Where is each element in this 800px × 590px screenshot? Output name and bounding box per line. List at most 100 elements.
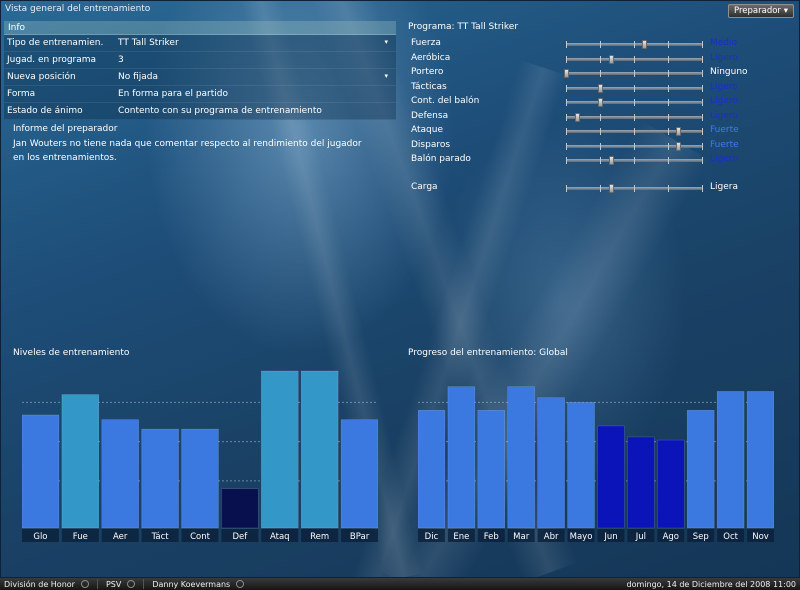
slider-tick (566, 185, 567, 192)
bar-Glo (22, 414, 60, 529)
slider-7-track[interactable] (566, 141, 703, 151)
slider-tick (634, 55, 635, 63)
slider-0-track[interactable] (566, 40, 703, 49)
slider-6: Ataque Fuerte (411, 125, 791, 137)
status-division[interactable]: División de Honor (0, 580, 93, 589)
info-panel: Info Tipo de entrenamien. TT Tall Striker… (4, 21, 396, 120)
slider-tick (600, 113, 601, 121)
chart-title-levels: Niveles de entrenamiento (13, 348, 130, 358)
info-row: Estado de ánimo Contento con su programa … (4, 103, 396, 120)
chevron-down-icon[interactable]: ▾ (384, 72, 388, 80)
info-row: Jugad. en programa 3 (4, 52, 396, 69)
tick-label: Ago (663, 532, 679, 542)
slider-3-label: Tácticas (411, 81, 447, 92)
slider-0-label: Fuerza (411, 38, 441, 48)
status-datetime: domingo, 14 de Diciembre del 2008 11:00 (626, 579, 796, 589)
slider-8-track[interactable] (566, 156, 703, 165)
report-text: Jan Wouters no tiene nada que comentar r… (13, 139, 362, 163)
status-club-label: PSV (105, 579, 122, 589)
status-division-label: División de Honor (4, 579, 75, 589)
slider-tick (702, 70, 703, 77)
chevron-down-icon[interactable]: ▾ (384, 38, 388, 46)
slider-load-track[interactable] (566, 184, 703, 193)
tick-label: Táct (151, 532, 170, 542)
slider-1: Aeróbica Ligero (411, 53, 791, 65)
slider-tick (668, 185, 669, 192)
info-row[interactable]: Tipo de entrenamien. TT Tall Striker ▾ (4, 35, 396, 52)
slider-0-handle[interactable] (641, 40, 647, 49)
slider-4-handle[interactable] (598, 98, 603, 107)
info-row[interactable]: Nueva posición No fijada ▾ (4, 69, 396, 86)
slider-tick (566, 84, 567, 92)
slider-tick (668, 55, 669, 63)
role-select[interactable]: Preparador ▾ (728, 4, 794, 18)
slider-8-handle[interactable] (608, 156, 614, 165)
bar-Rem (300, 370, 339, 529)
info-row-value: 3 (118, 55, 124, 65)
slider-7-label: Disparos (411, 139, 451, 150)
bar-Feb (477, 410, 505, 529)
chart-title-progress: Progreso del entrenamiento: Global (408, 348, 568, 358)
slider-6-handle[interactable] (675, 127, 681, 136)
bar-Mar (507, 386, 535, 529)
slider-7-value: Fuerte (710, 139, 739, 150)
slider-5-handle[interactable] (574, 112, 580, 122)
slider-tick (668, 84, 669, 92)
slider-tick (702, 99, 703, 106)
slider-tick (634, 185, 635, 192)
ring-icon (236, 580, 245, 588)
slider-7-handle[interactable] (675, 141, 681, 151)
info-row-label: Tipo de entrenamien. (7, 38, 104, 48)
slider-4-track[interactable] (566, 98, 703, 107)
slider-tick (634, 84, 635, 92)
tick-label: Ataq (270, 532, 290, 542)
slider-2-track[interactable] (564, 69, 703, 78)
slider-tick (600, 41, 601, 48)
slider-tick (702, 128, 703, 135)
info-row-label: Nueva posición (7, 72, 76, 82)
slider-3: Tácticas Ligero (411, 82, 791, 94)
slider-5-track[interactable] (566, 112, 703, 122)
slider-tick (566, 113, 567, 121)
slider-6-track[interactable] (566, 127, 703, 136)
status-club[interactable]: PSV (102, 580, 139, 589)
progress-chart: Dic Ene Feb Mar Abr Mayo Jun Jul Ago Sep Oct Nov (418, 386, 774, 542)
slider-1-value: Ligero (710, 52, 738, 63)
slider-tick (702, 55, 703, 63)
tick-label: Sep (693, 532, 709, 542)
slider-1-label: Aeróbica (411, 52, 451, 63)
slider-5-value: Ligero (710, 110, 738, 121)
slider-3-handle[interactable] (598, 83, 603, 93)
slider-2-label: Portero (411, 67, 444, 77)
slider-tick (702, 41, 703, 48)
slider-0: Fuerza Medio (411, 38, 791, 50)
tick-label: Glo (33, 532, 47, 542)
bar-Jul (627, 436, 655, 529)
slider-tick (668, 41, 669, 48)
bar-Ene (447, 386, 476, 529)
slider-4-label: Cont. del balón (411, 96, 480, 106)
status-manager[interactable]: Danny Koevermans (148, 580, 248, 589)
slider-3-track[interactable] (566, 83, 703, 93)
tick-label: Def (232, 532, 248, 542)
ring-icon (80, 580, 89, 588)
bar-BPar (340, 419, 378, 529)
info-row-label: Forma (7, 89, 36, 99)
slider-2-handle[interactable] (564, 69, 569, 78)
tick-label: Jul (635, 532, 646, 542)
bar-Ataq (261, 370, 299, 529)
slider-1-track[interactable] (566, 54, 703, 64)
slider-load: Carga Ligera (411, 182, 791, 194)
bar-Aer (101, 419, 139, 529)
tick-label: Rem (310, 532, 329, 542)
role-select-label: Preparador (734, 6, 781, 16)
slider-1-handle[interactable] (608, 54, 614, 64)
slider-load-handle[interactable] (608, 184, 614, 193)
slider-tick (702, 157, 703, 164)
slider-5-label: Defensa (411, 110, 449, 121)
slider-2: Portero Ninguno (411, 67, 791, 79)
slider-tick (668, 113, 669, 121)
info-row-value: En forma para el partido (118, 89, 228, 99)
slider-7: Disparos Fuerte (411, 140, 791, 152)
slider-tick (668, 70, 669, 77)
